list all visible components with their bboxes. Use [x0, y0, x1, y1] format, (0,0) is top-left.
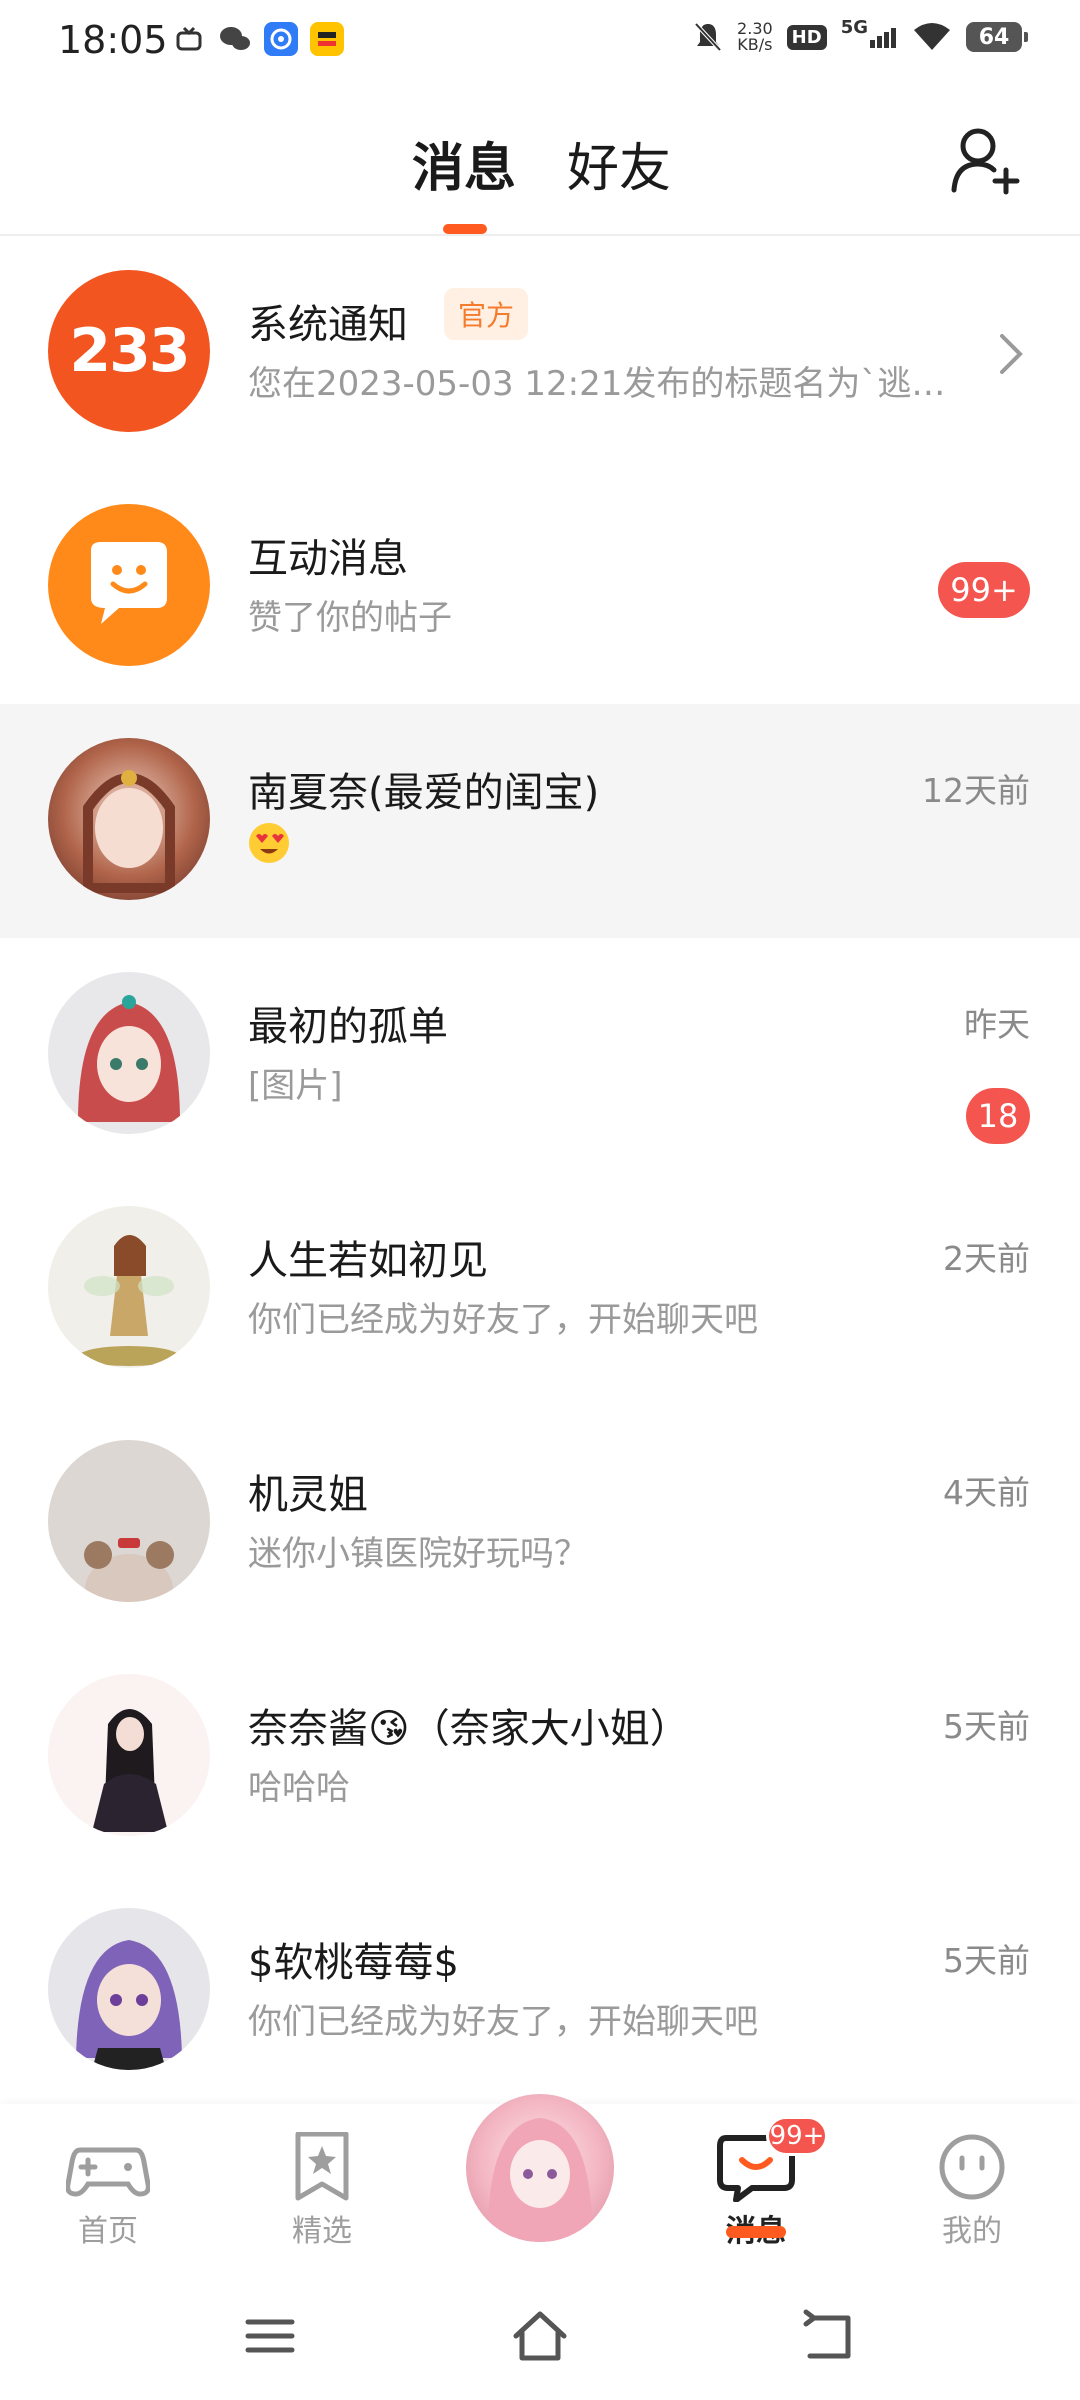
user-avatar-image — [78, 995, 180, 1122]
add-friend-button[interactable] — [950, 124, 1020, 196]
avatar — [48, 1674, 210, 1836]
unread-badge: 18 — [966, 1088, 1030, 1144]
wechat-icon — [218, 22, 252, 56]
browser-app-icon — [264, 22, 298, 56]
nav-home-label: 首页 — [78, 2214, 138, 2249]
row-subtitle: 赞了你的帖子 — [248, 598, 452, 638]
avatar — [48, 738, 210, 900]
net-speed-unit: KB/s — [737, 35, 773, 54]
row-subtitle: 哈哈哈 — [248, 1768, 350, 1808]
row-title: 系统通知 — [248, 302, 408, 348]
signal-bars-icon — [870, 28, 896, 48]
mute-icon — [694, 22, 722, 52]
nav-mine[interactable]: 我的 — [902, 2132, 1042, 2250]
meituan-app-icon — [310, 22, 344, 56]
avatar-text: 233 — [69, 316, 190, 386]
wifi-icon — [914, 23, 950, 50]
row-time: 4天前 — [943, 1473, 1030, 1512]
notification-icons — [172, 22, 344, 56]
header: 消息 好友 — [0, 84, 1080, 236]
row-title: 机灵姐 — [248, 1472, 368, 1518]
row-title: $软桃莓莓$ — [248, 1940, 459, 1986]
menu-icon[interactable] — [240, 2306, 300, 2366]
avatar — [48, 504, 210, 666]
avatar — [48, 1206, 210, 1368]
list-item-chat[interactable]: 南夏奈(最爱的闺宝) 12天前 — [0, 704, 1080, 938]
list-item-chat[interactable]: 机灵姐 迷你小镇医院好玩吗？ 4天前 — [0, 1406, 1080, 1640]
user-avatar-image — [79, 1235, 179, 1366]
list-item-interaction[interactable]: 互动消息 赞了你的帖子 99+ — [0, 470, 1080, 704]
signal-type: 5G — [840, 17, 868, 38]
row-subtitle: 迷你小镇医院好玩吗？ — [248, 1534, 588, 1574]
user-avatar-image — [487, 2118, 593, 2242]
row-subtitle: 您在2023-05-03 12:21发布的标题名为`逃… — [248, 364, 946, 404]
list-item-chat[interactable]: 人生若如初见 你们已经成为好友了，开始聊天吧 2天前 — [0, 1172, 1080, 1406]
messages-nav-badge: 99+ — [766, 2116, 828, 2156]
avatar: 233 — [48, 270, 210, 432]
back-icon[interactable] — [798, 2306, 858, 2366]
row-time: 5天前 — [943, 1707, 1030, 1746]
list-item-chat[interactable]: 最初的孤单 [图片] 昨天 18 — [0, 938, 1080, 1172]
avatar — [48, 972, 210, 1134]
smiley-face-icon — [939, 2134, 1005, 2200]
row-time: 12天前 — [922, 771, 1030, 810]
nav-mine-label: 我的 — [942, 2214, 1002, 2249]
battery-indicator: 64 — [966, 22, 1028, 52]
user-avatar-image — [92, 1709, 168, 1832]
official-tag: 官方 — [444, 288, 529, 340]
row-title: 南夏奈(最爱的闺宝) — [248, 770, 600, 816]
nav-featured[interactable]: 精选 — [252, 2132, 392, 2250]
message-list: 233 系统通知 官方 您在2023-05-03 12:21发布的标题名为`逃…… — [0, 236, 1080, 2108]
active-tab-indicator — [443, 224, 487, 234]
status-bar: 18:05 2.30 KB/s HD 5G 64 — [0, 0, 1080, 84]
nav-home[interactable]: 首页 — [38, 2132, 178, 2250]
row-time: 2天前 — [943, 1239, 1030, 1278]
user-avatar-image — [76, 1940, 182, 2070]
home-icon[interactable] — [510, 2306, 570, 2366]
list-item-chat[interactable]: 奈奈酱😘（奈家大小姐） 哈哈哈 5天前 — [0, 1640, 1080, 1874]
user-avatar-image — [83, 770, 175, 893]
list-item-system-notice[interactable]: 233 系统通知 官方 您在2023-05-03 12:21发布的标题名为`逃… — [0, 236, 1080, 470]
row-subtitle: 你们已经成为好友了，开始聊天吧 — [248, 1300, 758, 1340]
system-nav-bar — [0, 2276, 1080, 2400]
status-time: 18:05 — [58, 18, 168, 62]
row-subtitle: 你们已经成为好友了，开始聊天吧 — [248, 2002, 758, 2042]
row-time: 5天前 — [943, 1941, 1030, 1980]
net-speed: 2.30 KB/s — [737, 21, 773, 53]
row-title: 最初的孤单 — [248, 1004, 448, 1050]
tab-friends[interactable]: 好友 — [567, 126, 671, 201]
add-user-icon — [951, 128, 1020, 195]
row-title: 人生若如初见 — [248, 1238, 488, 1284]
user-avatar-image — [84, 1538, 174, 1602]
row-title: 奈奈酱😘（奈家大小姐） — [248, 1706, 690, 1752]
cellular-signal: 5G — [841, 17, 898, 48]
chevron-right-icon — [1000, 334, 1023, 374]
center-avatar-button[interactable] — [466, 2094, 614, 2242]
hd-badge: HD — [786, 24, 827, 50]
avatar — [48, 1440, 210, 1602]
system-status: 2.30 KB/s HD 5G 64 — [693, 17, 1028, 54]
row-title: 互动消息 — [248, 536, 408, 582]
unread-badge: 99+ — [938, 562, 1030, 618]
gamepad-icon — [66, 2147, 150, 2197]
avatar — [48, 1908, 210, 2070]
nav-featured-label: 精选 — [292, 2214, 352, 2249]
row-time: 昨天 — [964, 1005, 1030, 1044]
tab-messages[interactable]: 消息 — [412, 126, 516, 201]
active-nav-indicator — [726, 2226, 786, 2238]
tv-app-icon — [172, 22, 206, 56]
featured-star-icon — [295, 2132, 349, 2201]
chat-smile-icon — [91, 542, 167, 624]
row-subtitle: [图片] — [248, 1066, 343, 1106]
heart-eyes-emoji-icon — [249, 823, 289, 863]
